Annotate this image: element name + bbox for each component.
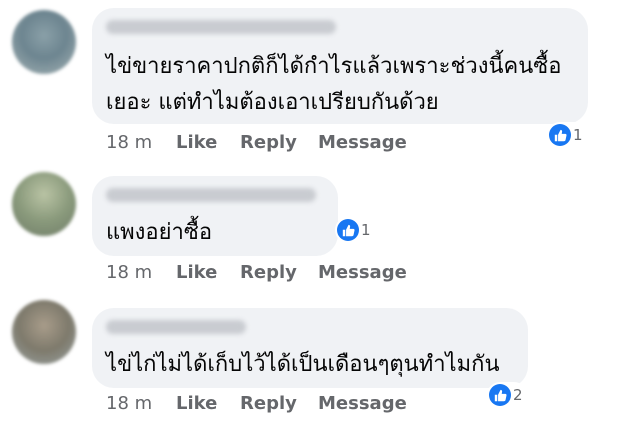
reaction-badge[interactable]: 1 [547, 122, 587, 148]
comment-actions: 18 m Like Reply Message [106, 262, 407, 283]
reply-button[interactable]: Reply [240, 262, 318, 283]
reply-button[interactable]: Reply [240, 393, 318, 414]
comment-text-line-1: ไข่ขายราคาปกติก็ได้กำไรแล้วเพราะช่วงนี้ค… [106, 54, 562, 79]
reaction-count: 2 [513, 386, 523, 404]
reaction-count: 1 [573, 126, 583, 144]
timestamp[interactable]: 18 m [106, 393, 176, 414]
comment-bubble: ไข่ขายราคาปกติก็ได้กำไรแล้วเพราะช่วงนี้ค… [92, 8, 588, 124]
comment-actions: 18 m Like Reply Message [106, 132, 407, 153]
message-button[interactable]: Message [318, 132, 407, 153]
avatar[interactable] [12, 300, 76, 364]
comment-bubble: ไข่ไก่ไม่ได้เก็บไว้ได้เป็นเดือนๆตุนทำไมก… [92, 308, 528, 388]
avatar[interactable] [12, 172, 76, 236]
reaction-badge[interactable]: 2 [487, 382, 527, 408]
message-button[interactable]: Message [318, 393, 407, 414]
thumbs-up-icon [337, 219, 359, 241]
like-button[interactable]: Like [176, 262, 240, 283]
message-button[interactable]: Message [318, 262, 407, 283]
blurred-author-name [106, 320, 246, 334]
avatar[interactable] [12, 10, 76, 74]
timestamp[interactable]: 18 m [106, 262, 176, 283]
thumbs-up-icon [489, 384, 511, 406]
comment-text-line-2: เยอะ แต่ทำไมต้องเอาเปรียบกันด้วย [106, 90, 439, 115]
reaction-badge[interactable]: 1 [335, 217, 375, 243]
comment-actions: 18 m Like Reply Message [106, 393, 407, 414]
reaction-count: 1 [361, 221, 371, 239]
comment-text-line-1: แพงอย่าซื้อ [106, 220, 213, 245]
comment-text-line-1: ไข่ไก่ไม่ได้เก็บไว้ได้เป็นเดือนๆตุนทำไมก… [106, 352, 500, 377]
like-button[interactable]: Like [176, 393, 240, 414]
thumbs-up-icon [549, 124, 571, 146]
blurred-author-name [106, 20, 336, 34]
comment-bubble: แพงอย่าซื้อ [92, 176, 338, 256]
reply-button[interactable]: Reply [240, 132, 318, 153]
blurred-author-name [106, 188, 316, 202]
like-button[interactable]: Like [176, 132, 240, 153]
timestamp[interactable]: 18 m [106, 132, 176, 153]
